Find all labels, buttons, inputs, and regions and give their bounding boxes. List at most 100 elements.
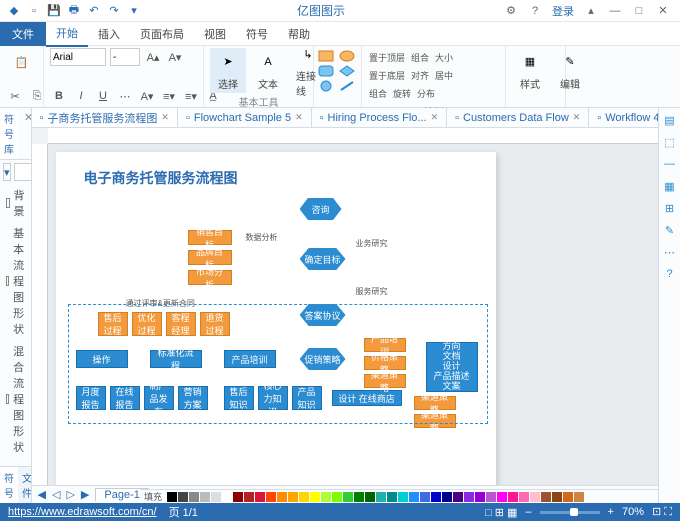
bottom-tab-recover[interactable]: 文件恢复 (18, 467, 32, 503)
page-next[interactable]: ▷ (64, 488, 76, 501)
fit-button[interactable]: ⊡ ⛶ (652, 505, 672, 519)
color-swatch[interactable] (541, 492, 551, 502)
page[interactable]: 电子商务托管服务流程图 咨询 销售目标 品牌目标 市场分析 数据分析 确定目标 … (56, 152, 496, 485)
page-first[interactable]: ◀ (36, 488, 48, 501)
color-swatch[interactable] (376, 492, 386, 502)
distribute-button[interactable]: 分布 (416, 84, 436, 102)
paste-button[interactable]: 📋 (6, 48, 37, 76)
shrink-font-button[interactable]: A▾ (166, 48, 184, 66)
rail-icon[interactable]: ? (662, 266, 678, 282)
color-swatch[interactable] (475, 492, 485, 502)
search-input[interactable] (14, 163, 32, 181)
color-swatch[interactable] (211, 492, 221, 502)
close-tab-icon[interactable]: ✕ (573, 112, 581, 123)
redo-icon[interactable]: ↷ (106, 3, 122, 19)
rail-icon[interactable]: ⋯ (662, 244, 678, 260)
underline-button[interactable]: U (94, 87, 112, 105)
align-button[interactable]: ≡▾ (182, 87, 200, 105)
cat-basic-flow[interactable]: 基本流程图形状 (0, 222, 31, 340)
rail-icon[interactable]: ⊞ (662, 200, 678, 216)
close-button[interactable]: ✕ (652, 3, 674, 19)
close-tab-icon[interactable]: ✕ (161, 112, 169, 123)
node-op[interactable]: 操作 (76, 350, 128, 368)
color-swatch[interactable] (519, 492, 529, 502)
color-swatch[interactable] (508, 492, 518, 502)
node-propose[interactable]: 答案协议 (300, 304, 346, 326)
zoom-slider[interactable] (540, 511, 600, 514)
qat-more-icon[interactable]: ▾ (126, 3, 142, 19)
node-plan3[interactable]: 渠道策略 (364, 374, 406, 388)
close-tab-icon[interactable]: ✕ (431, 112, 439, 123)
bring-front-button[interactable]: 置于顶层 (368, 48, 406, 66)
menu-insert[interactable]: 插入 (88, 22, 130, 46)
color-swatch[interactable] (321, 492, 331, 502)
doc-tab[interactable]: ▫Customers Data Flow✕ (447, 108, 589, 127)
sidebar-close-icon[interactable]: ✕ (18, 108, 32, 159)
status-url[interactable]: https://www.edrawsoft.com/cn/ (8, 506, 157, 518)
node-coreknow[interactable]: 核心力知识 (258, 386, 288, 410)
color-swatch[interactable] (563, 492, 573, 502)
node-sale-goal[interactable]: 销售目标 (188, 230, 232, 245)
color-swatch[interactable] (387, 492, 397, 502)
shape-diamond-icon[interactable] (339, 65, 355, 77)
bottom-tab-library[interactable]: 符号库 (0, 467, 18, 503)
doc-tab[interactable]: ▫子商务托管服务流程图✕ (32, 108, 178, 127)
color-swatch[interactable] (244, 492, 254, 502)
color-swatch[interactable] (167, 492, 177, 502)
color-swatch[interactable] (277, 492, 287, 502)
shape-circle-icon[interactable] (318, 80, 334, 92)
align-obj-button[interactable]: 对齐 (410, 66, 430, 84)
color-swatch[interactable] (497, 492, 507, 502)
font-select[interactable] (50, 48, 106, 66)
print-icon[interactable]: 🖶 (66, 3, 82, 19)
doc-tab[interactable]: ▫Hiring Process Flo...✕ (312, 108, 447, 127)
grow-font-button[interactable]: A▴ (144, 48, 162, 66)
color-swatch[interactable] (299, 492, 309, 502)
color-swatch[interactable] (574, 492, 584, 502)
color-swatch[interactable] (354, 492, 364, 502)
node-plan5[interactable]: 渠道策略 (414, 414, 456, 428)
send-back-button[interactable]: 置于底层 (368, 66, 406, 84)
rail-icon[interactable]: ▦ (662, 178, 678, 194)
node-online[interactable]: 在线报告 (110, 386, 140, 410)
node-promote[interactable]: 促销策略 (300, 348, 346, 370)
color-swatch[interactable] (552, 492, 562, 502)
shape-line-icon[interactable] (339, 80, 355, 92)
node-ret[interactable]: 退货过程 (200, 312, 230, 336)
status-view-icons[interactable]: □ ⊞ ▦ (485, 506, 517, 519)
color-swatch[interactable] (431, 492, 441, 502)
ribbon-toggle-icon[interactable]: ▴ (580, 3, 602, 19)
rail-icon[interactable]: ⬚ (662, 134, 678, 150)
color-swatch[interactable] (464, 492, 474, 502)
size-button[interactable]: 大小 (434, 48, 454, 66)
login-button[interactable]: 登录 (548, 3, 578, 19)
cat-mixed-flow[interactable]: 混合流程图形状 (0, 340, 31, 458)
maximize-button[interactable]: □ (628, 3, 650, 19)
size-select[interactable] (110, 48, 140, 66)
node-afterknow[interactable]: 售后知识 (224, 386, 254, 410)
rail-icon[interactable]: ✎ (662, 222, 678, 238)
color-swatch[interactable] (530, 492, 540, 502)
color-swatch[interactable] (398, 492, 408, 502)
node-opt[interactable]: 优化过程 (132, 312, 162, 336)
shape-rect-icon[interactable] (318, 50, 334, 62)
bullet-button[interactable]: ≡▾ (160, 87, 178, 105)
node-consult[interactable]: 咨询 (300, 198, 342, 220)
node-train[interactable]: 产品培训 (224, 350, 276, 368)
combine-button[interactable]: 组合 (368, 84, 388, 102)
close-tab-icon[interactable]: ✕ (295, 112, 303, 123)
shape-rrect-icon[interactable] (318, 65, 334, 77)
color-swatch[interactable] (442, 492, 452, 502)
bold-button[interactable]: B (50, 87, 68, 105)
color-swatch[interactable] (310, 492, 320, 502)
menu-layout[interactable]: 页面布局 (130, 22, 194, 46)
select-tool[interactable]: ➤选择 (210, 48, 246, 93)
node-std[interactable]: 标准化流程 (150, 350, 202, 368)
node-monthly[interactable]: 月度报告 (76, 386, 106, 410)
center-button[interactable]: 居中 (434, 66, 454, 84)
color-swatch[interactable] (343, 492, 353, 502)
file-menu[interactable]: 文件 (0, 22, 46, 46)
color-swatch[interactable] (189, 492, 199, 502)
node-market[interactable]: 市场分析 (188, 270, 232, 285)
node-cust[interactable]: 客程经理 (166, 312, 196, 336)
